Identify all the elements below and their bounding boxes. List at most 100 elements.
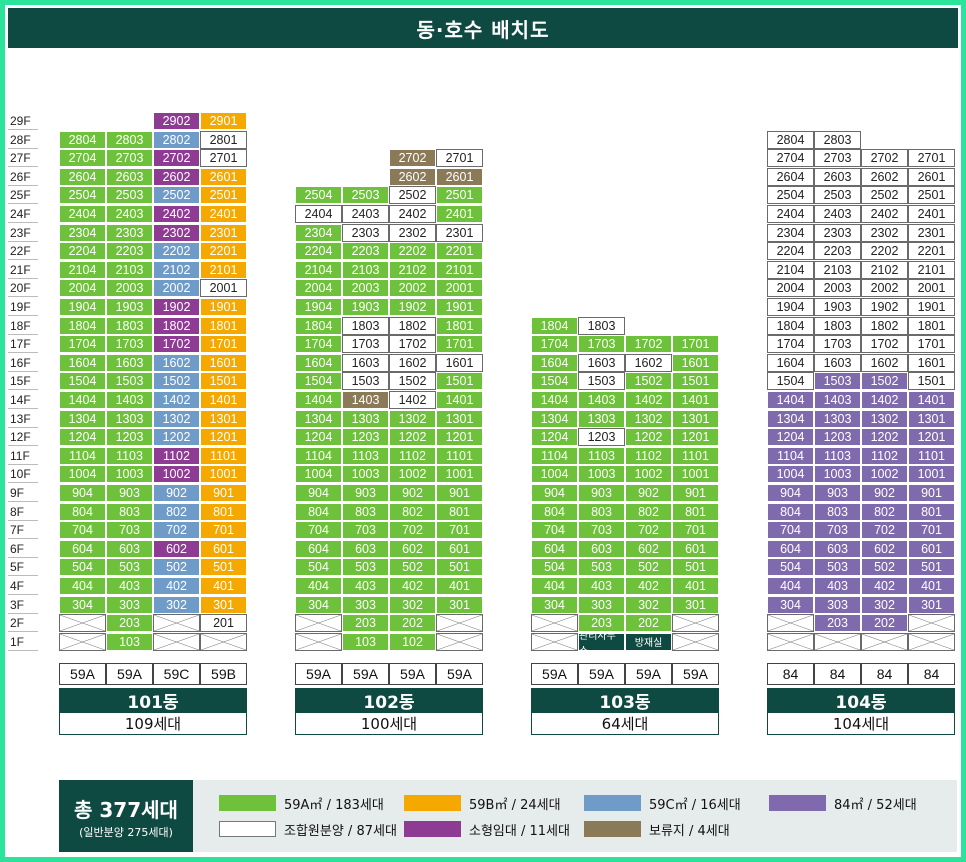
floor-label: 7F bbox=[8, 521, 38, 540]
unit-cell: 603 bbox=[578, 539, 625, 558]
unit-cell: 403 bbox=[814, 577, 861, 595]
unit-cell: 2703 bbox=[814, 149, 861, 168]
unit-cell: 504 bbox=[295, 558, 342, 577]
unit-cell: 2404 bbox=[295, 205, 342, 223]
unit-cell: 402 bbox=[625, 577, 672, 595]
unit-type-label: 84 bbox=[908, 663, 955, 685]
floor-label: 2F bbox=[8, 614, 38, 633]
legend-label: 조합원분양 / 87세대 bbox=[284, 823, 397, 839]
unit-cell: 1401 bbox=[200, 391, 247, 409]
unit-cell: 2501 bbox=[200, 186, 247, 205]
unit-cell: 303 bbox=[106, 595, 153, 614]
unit-cell: 1002 bbox=[153, 465, 200, 484]
unit-cell: 402 bbox=[153, 577, 200, 595]
unit-cell: 1201 bbox=[436, 428, 483, 447]
unit-cell: 1703 bbox=[578, 335, 625, 354]
unit-cell: 2301 bbox=[436, 223, 483, 242]
empty-unit bbox=[861, 632, 908, 651]
empty-unit bbox=[672, 614, 719, 633]
unit-cell: 901 bbox=[672, 484, 719, 502]
building-name: 104동 bbox=[767, 688, 955, 713]
floor-label: 15F bbox=[8, 372, 38, 391]
unit-cell: 1504 bbox=[295, 372, 342, 391]
unit-cell: 2602 bbox=[153, 167, 200, 186]
unit-cell: 1004 bbox=[59, 465, 106, 484]
unit-cell: 2403 bbox=[106, 205, 153, 223]
unit-cell: 1203 bbox=[106, 428, 153, 447]
unit-cell: 804 bbox=[59, 502, 106, 521]
unit-cell: 402 bbox=[389, 577, 436, 595]
unit-cell: 2404 bbox=[767, 205, 814, 223]
unit-type-label: 59A bbox=[578, 663, 625, 685]
unit-cell: 1702 bbox=[389, 335, 436, 354]
unit-cell: 701 bbox=[200, 521, 247, 540]
unit-cell: 2102 bbox=[389, 260, 436, 279]
unit-cell: 1003 bbox=[342, 465, 389, 484]
floor-label: 3F bbox=[8, 596, 38, 614]
unit-cell: 902 bbox=[625, 484, 672, 502]
unit-cell: 2501 bbox=[908, 186, 955, 205]
unit-cell: 902 bbox=[389, 484, 436, 502]
unit-cell: 803 bbox=[578, 502, 625, 521]
unit-cell: 2302 bbox=[861, 223, 908, 242]
unit-cell: 801 bbox=[908, 502, 955, 521]
unit-cell: 1904 bbox=[767, 298, 814, 316]
unit-cell: 1102 bbox=[625, 446, 672, 465]
unit-cell: 1704 bbox=[59, 335, 106, 354]
unit-cell: 2303 bbox=[814, 223, 861, 242]
empty-unit bbox=[59, 614, 106, 633]
unit-cell: 2101 bbox=[436, 260, 483, 279]
unit-cell: 1603 bbox=[578, 353, 625, 372]
unit-cell: 703 bbox=[578, 521, 625, 540]
unit-cell: 1503 bbox=[106, 372, 153, 391]
building-name: 102동 bbox=[295, 688, 483, 713]
unit-cell: 1004 bbox=[767, 465, 814, 484]
unit-cell: 2604 bbox=[767, 167, 814, 186]
unit-cell: 1103 bbox=[578, 446, 625, 465]
unit-cell: 2102 bbox=[861, 260, 908, 279]
unit-cell: 404 bbox=[531, 577, 578, 595]
unit-cell: 2403 bbox=[814, 205, 861, 223]
unit-cell: 602 bbox=[861, 539, 908, 558]
unit-cell: 2204 bbox=[767, 242, 814, 261]
unit-cell: 903 bbox=[814, 484, 861, 502]
unit-cell: 2803 bbox=[814, 130, 861, 149]
building-name: 103동 bbox=[531, 688, 719, 713]
unit-cell: 1402 bbox=[861, 391, 908, 409]
unit-cell: 2301 bbox=[200, 223, 247, 242]
total-box: 총 377세대 (일반분양 275세대) bbox=[59, 780, 193, 852]
unit-cell: 2202 bbox=[389, 242, 436, 261]
unit-cell: 1901 bbox=[436, 298, 483, 316]
unit-cell: 103 bbox=[342, 632, 389, 651]
unit-cell: 2701 bbox=[908, 149, 955, 168]
unit-cell: 1404 bbox=[767, 391, 814, 409]
unit-cell: 2201 bbox=[908, 242, 955, 261]
unit-cell: 2004 bbox=[59, 279, 106, 298]
unit-cell: 1201 bbox=[908, 428, 955, 447]
empty-unit bbox=[153, 614, 200, 633]
legend-item: 59B㎡ / 24세대 bbox=[404, 794, 561, 813]
unit-cell: 1601 bbox=[672, 353, 719, 372]
unit-cell: 2002 bbox=[389, 279, 436, 298]
unit-cell: 1003 bbox=[578, 465, 625, 484]
unit-cell: 1101 bbox=[436, 446, 483, 465]
unit-cell: 1403 bbox=[578, 391, 625, 409]
unit-cell: 2804 bbox=[767, 130, 814, 149]
unit-cell: 1603 bbox=[106, 353, 153, 372]
unit-cell: 1202 bbox=[625, 428, 672, 447]
floor-label: 19F bbox=[8, 298, 38, 316]
unit-cell: 1001 bbox=[436, 465, 483, 484]
unit-cell: 2001 bbox=[436, 279, 483, 298]
unit-cell: 2101 bbox=[200, 260, 247, 279]
unit-cell: 704 bbox=[767, 521, 814, 540]
unit-cell: 403 bbox=[342, 577, 389, 595]
unit-cell: 1301 bbox=[908, 409, 955, 428]
empty-unit bbox=[767, 632, 814, 651]
unit-cell: 2902 bbox=[153, 112, 200, 130]
facility-room: 방재실 bbox=[625, 632, 672, 651]
unit-cell: 1804 bbox=[767, 316, 814, 335]
unit-cell: 301 bbox=[672, 595, 719, 614]
unit-cell: 702 bbox=[153, 521, 200, 540]
unit-cell: 904 bbox=[295, 484, 342, 502]
unit-cell: 2701 bbox=[436, 149, 483, 168]
